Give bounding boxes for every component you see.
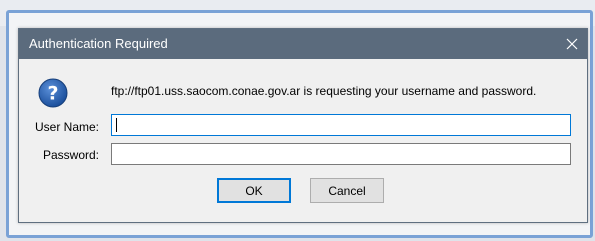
- dialog-title: Authentication Required: [29, 36, 168, 51]
- ok-button[interactable]: OK: [217, 178, 291, 203]
- password-label: Password:: [42, 148, 99, 162]
- svg-text:?: ?: [47, 83, 58, 105]
- username-input[interactable]: [111, 114, 571, 136]
- auth-message: ftp://ftp01.uss.saocom.conae.gov.ar is r…: [111, 84, 537, 98]
- close-icon: [566, 38, 578, 50]
- question-icon: ?: [38, 78, 68, 108]
- dialog-titlebar[interactable]: Authentication Required: [19, 29, 587, 59]
- cancel-button[interactable]: Cancel: [310, 178, 384, 203]
- text-caret: [116, 118, 117, 132]
- authentication-dialog: Authentication Required ? ftp://ftp01.us…: [18, 28, 588, 223]
- password-input[interactable]: [111, 143, 571, 165]
- username-label: User Name:: [34, 120, 99, 134]
- close-button[interactable]: [557, 29, 587, 59]
